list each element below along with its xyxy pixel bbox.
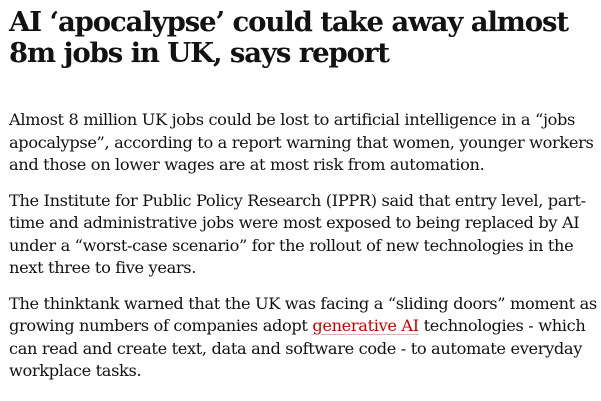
paragraph-1: Almost 8 million UK jobs could be lost t… <box>9 110 594 174</box>
article: AI ‘apocalypse’ could take away almost 8… <box>9 0 597 396</box>
article-body: Almost 8 million UK jobs could be lost t… <box>9 109 597 383</box>
generative-ai-link[interactable]: generative AI <box>312 316 419 335</box>
paragraph-2: The Institute for Public Policy Research… <box>9 190 586 278</box>
article-headline: AI ‘apocalypse’ could take away almost 8… <box>9 6 569 69</box>
paragraph-3: The thinktank warned that the UK was fac… <box>9 293 597 383</box>
